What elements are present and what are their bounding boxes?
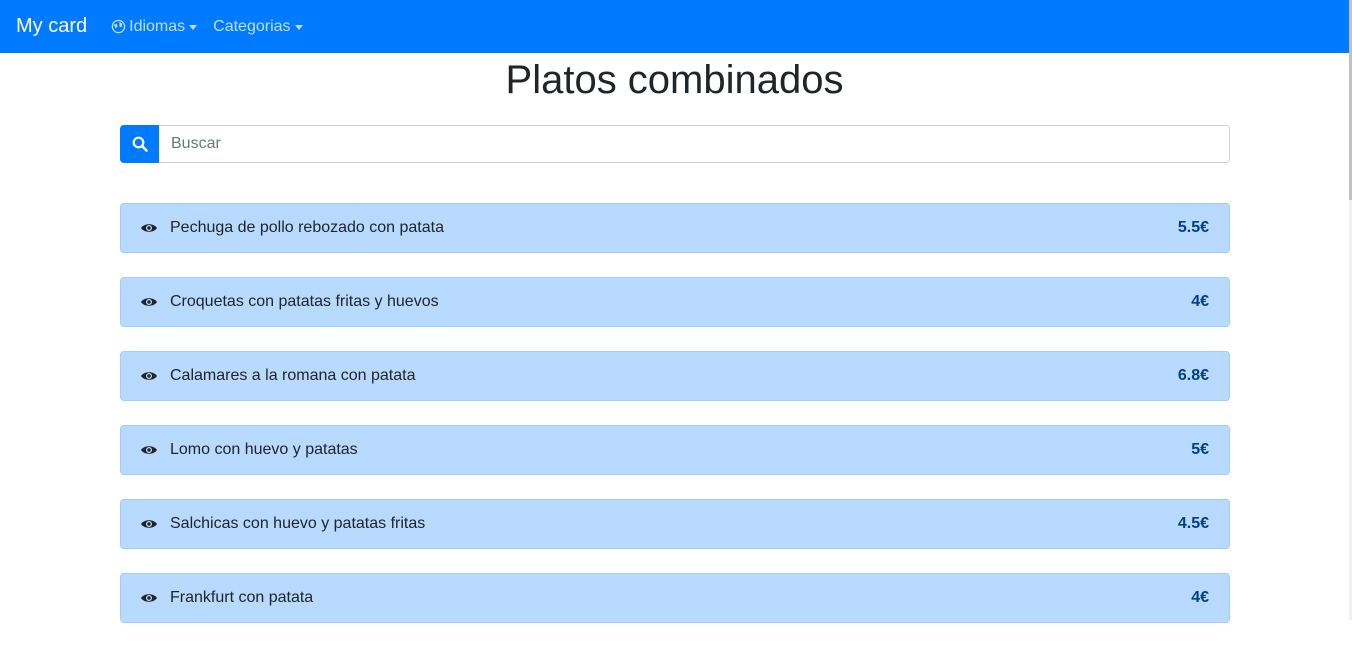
dish-item[interactable]: Croquetas con patatas fritas y huevos 4€ <box>120 277 1230 327</box>
dish-name: Croquetas con patatas fritas y huevos <box>170 293 439 310</box>
nav-dropdown-categorias[interactable]: Categorias <box>213 17 303 36</box>
dish-list: Pechuga de pollo rebozado con patata 5.5… <box>120 203 1230 647</box>
dish-name: Lomo con huevo y patatas <box>170 441 358 458</box>
eye-icon[interactable] <box>140 592 158 604</box>
nav-dropdown-idiomas[interactable]: Idiomas <box>111 17 198 36</box>
chevron-down-icon <box>189 25 198 30</box>
dish-price: 4€ <box>1191 293 1209 310</box>
globe-icon <box>111 19 126 34</box>
eye-icon[interactable] <box>140 296 158 308</box>
page-title: Platos combinados <box>505 58 844 102</box>
dish-item[interactable]: Pechuga de pollo rebozado con patata 5.5… <box>120 203 1230 253</box>
dish-item[interactable]: Frankfurt con patata 4€ <box>120 573 1230 623</box>
search-bar <box>120 125 1230 163</box>
dish-name: Salchicas con huevo y patatas fritas <box>170 515 426 532</box>
dish-price: 5.5€ <box>1177 219 1209 236</box>
dish-item[interactable]: Lomo con huevo y patatas 5€ <box>120 425 1230 475</box>
dish-name: Calamares a la romana con patata <box>170 367 416 384</box>
eye-icon[interactable] <box>140 444 158 456</box>
top-navbar: My card Idiomas Categorias <box>0 0 1349 53</box>
chevron-down-icon <box>294 25 303 30</box>
dish-item[interactable]: Calamares a la romana con patata 6.8€ <box>120 351 1230 401</box>
brand-link[interactable]: My card <box>16 15 87 38</box>
dish-item[interactable]: Salchicas con huevo y patatas fritas 4.5… <box>120 499 1230 549</box>
dish-name: Frankfurt con patata <box>170 589 314 606</box>
dish-name: Pechuga de pollo rebozado con patata <box>170 219 444 236</box>
nav-dropdown-categorias-label: Categorias <box>213 17 291 35</box>
dish-price: 4.5€ <box>1177 515 1209 532</box>
eye-icon[interactable] <box>140 222 158 234</box>
nav-dropdown-idiomas-label: Idiomas <box>129 17 186 35</box>
search-input[interactable] <box>159 125 1230 163</box>
dish-price: 4€ <box>1191 589 1209 606</box>
search-icon[interactable] <box>120 125 159 163</box>
dish-price: 5€ <box>1191 441 1209 458</box>
eye-icon[interactable] <box>140 518 158 530</box>
dish-price: 6.8€ <box>1177 367 1209 384</box>
eye-icon[interactable] <box>140 370 158 382</box>
